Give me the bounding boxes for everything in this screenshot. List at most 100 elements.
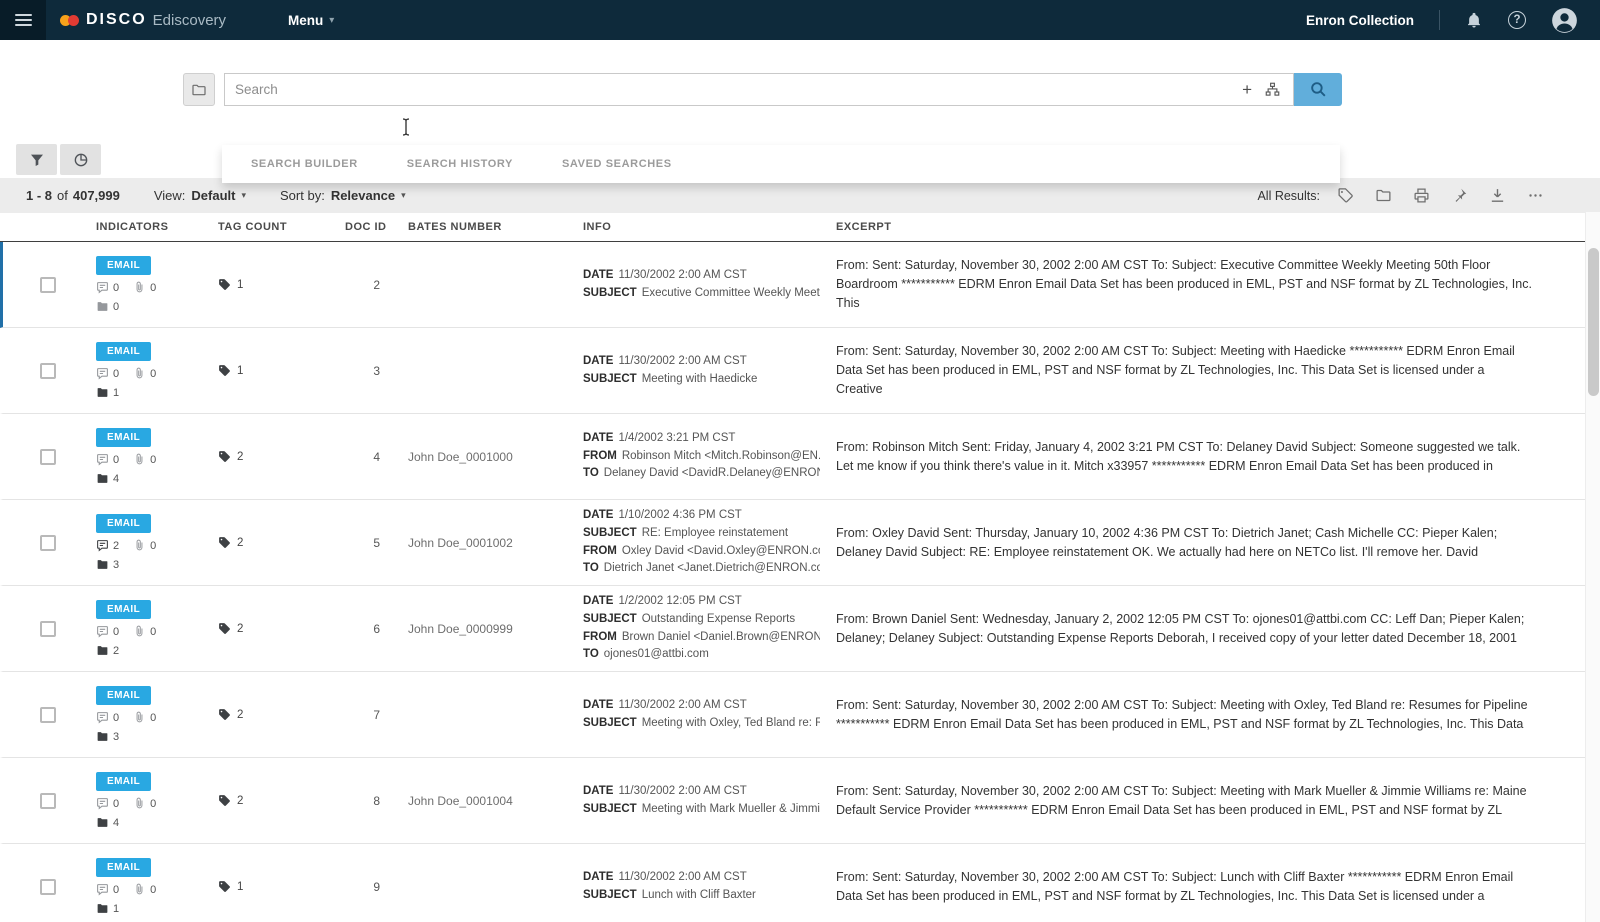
folder-browse-button[interactable] — [183, 73, 215, 106]
paperclip-icon — [136, 883, 143, 895]
comment-icon — [97, 454, 108, 466]
attachment-indicator: 0 — [133, 367, 156, 380]
excerpt-cell: From: Oxley David Sent: Thursday, Januar… — [836, 525, 1498, 559]
sort-label: Sort by: — [280, 188, 325, 203]
tag-icon — [219, 795, 230, 806]
collection-name[interactable]: Enron Collection — [1306, 13, 1414, 28]
hamburger-menu-icon[interactable] — [0, 0, 46, 40]
disco-logo-dots-icon — [60, 14, 79, 26]
header-doc-id[interactable]: DOC ID — [329, 221, 392, 233]
attachment-indicator: 0 — [133, 453, 156, 466]
table-row[interactable]: EMAIL 0 0 3 2 7 DATE 11/30/2002 2:00 AM … — [0, 672, 1600, 758]
vertical-scrollbar[interactable] — [1585, 212, 1600, 922]
folder-icon — [97, 904, 108, 913]
table-row[interactable]: EMAIL 0 0 1 1 3 DATE 11/30/2002 2:00 AM … — [0, 328, 1600, 414]
info-field-label: FROM — [583, 544, 617, 557]
more-actions-ellipsis-icon[interactable] — [1527, 187, 1544, 204]
row-checkbox[interactable] — [40, 620, 56, 637]
comment-count: 0 — [113, 281, 120, 294]
search-button[interactable] — [1294, 73, 1342, 106]
info-line: SUBJECT Meeting with Mark Mueller & Jimmi… — [583, 801, 820, 819]
table-row[interactable]: EMAIL 0 0 4 2 8 John Doe_0001004 DATE 11… — [0, 758, 1600, 844]
table-row[interactable]: EMAIL 2 0 3 2 5 John Doe_0001002 DATE 1/… — [0, 500, 1600, 586]
header-indicators[interactable]: INDICATORS — [80, 221, 202, 233]
scrollbar-thumb[interactable] — [1588, 248, 1599, 396]
info-field-value: Lunch with Cliff Baxter — [641, 888, 756, 901]
header-bates-number[interactable]: BATES NUMBER — [392, 221, 567, 233]
row-checkbox[interactable] — [40, 534, 56, 551]
row-checkbox[interactable] — [40, 448, 56, 465]
folder-icon — [97, 474, 108, 483]
folder-count: 3 — [113, 558, 120, 571]
info-field-label: SUBJECT — [583, 286, 637, 299]
tag-icon — [219, 881, 230, 892]
info-field-value: Meeting with Mark Mueller & Jimmi... — [641, 802, 820, 815]
table-row[interactable]: EMAIL 0 0 0 1 2 DATE 11/30/2002 2:00 AM … — [0, 242, 1600, 328]
row-checkbox[interactable] — [40, 276, 56, 293]
filter-funnel-icon[interactable] — [16, 144, 57, 175]
menu-dropdown[interactable]: Menu ▾ — [288, 13, 334, 28]
pie-chart-icon[interactable] — [60, 144, 101, 175]
info-field-value: Executive Committee Weekly Meeti... — [641, 286, 820, 299]
search-input[interactable] — [225, 74, 1243, 105]
table-row[interactable]: EMAIL 0 0 1 1 9 DATE 11/30/2002 2:00 AM … — [0, 844, 1600, 922]
attachment-count: 0 — [150, 453, 157, 466]
table-row[interactable]: EMAIL 0 0 4 2 4 John Doe_0001000 DATE 1/… — [0, 414, 1600, 500]
search-builder-tree-icon[interactable] — [1265, 82, 1280, 97]
tab-saved-searches[interactable]: SAVED SEARCHES — [562, 158, 672, 170]
print-action-icon[interactable] — [1413, 187, 1430, 204]
tag-action-icon[interactable] — [1337, 187, 1354, 204]
tab-search-history[interactable]: SEARCH HISTORY — [407, 158, 513, 170]
search-dropdown-panel: SEARCH BUILDER SEARCH HISTORY SAVED SEAR… — [222, 145, 1340, 183]
row-checkbox[interactable] — [40, 878, 56, 895]
info-line: DATE 11/30/2002 2:00 AM CST — [583, 869, 820, 887]
tab-search-builder[interactable]: SEARCH BUILDER — [251, 158, 358, 170]
info-line: SUBJECT Meeting with Oxley, Ted Bland re:… — [583, 715, 820, 733]
info-field-label: SUBJECT — [583, 716, 637, 729]
attachment-count: 0 — [150, 539, 157, 552]
folder-indicator: 1 — [96, 902, 119, 915]
folder-indicator: 0 — [96, 300, 119, 313]
row-checkbox[interactable] — [40, 362, 56, 379]
topbar-divider — [1439, 10, 1440, 30]
pin-action-icon[interactable] — [1451, 187, 1468, 204]
row-checkbox[interactable] — [40, 792, 56, 809]
info-field-value: 11/30/2002 2:00 AM CST — [618, 698, 747, 711]
comment-count: 0 — [113, 367, 120, 380]
add-search-term-icon[interactable]: + — [1242, 81, 1252, 98]
folder-count: 1 — [113, 902, 120, 915]
doc-id-cell: 9 — [373, 879, 380, 894]
help-icon[interactable] — [1508, 11, 1526, 29]
comment-indicator: 0 — [96, 367, 119, 380]
comment-indicator: 2 — [96, 539, 119, 552]
view-dropdown[interactable]: View: Default ▾ — [154, 188, 246, 203]
header-excerpt[interactable]: EXCERPT — [820, 221, 1540, 233]
header-tag-count[interactable]: TAG COUNT — [202, 221, 329, 233]
chevron-down-icon: ▾ — [401, 190, 406, 200]
tag-count-cell: 2 — [202, 450, 329, 463]
folder-count: 2 — [113, 644, 120, 657]
indicators-cell: EMAIL 0 0 1 — [80, 342, 202, 399]
info-line: DATE 11/30/2002 2:00 AM CST — [583, 267, 820, 285]
info-field-label: SUBJECT — [583, 372, 637, 385]
attachment-count: 0 — [150, 625, 157, 638]
results-total: 407,999 — [72, 188, 120, 203]
row-checkbox[interactable] — [40, 706, 56, 723]
header-info[interactable]: INFO — [567, 221, 820, 233]
folder-action-icon[interactable] — [1375, 187, 1392, 204]
download-action-icon[interactable] — [1489, 187, 1506, 204]
notifications-bell-icon[interactable] — [1465, 11, 1483, 29]
comment-indicator: 0 — [96, 453, 119, 466]
sort-dropdown[interactable]: Sort by: Relevance ▾ — [280, 188, 406, 203]
user-avatar-icon[interactable] — [1551, 7, 1578, 34]
indicators-cell: EMAIL 0 0 3 — [80, 686, 202, 743]
info-field-label: DATE — [583, 698, 614, 711]
tag-count-value: 2 — [237, 536, 244, 549]
indicators-cell: EMAIL 0 0 4 — [80, 428, 202, 485]
table-row[interactable]: EMAIL 0 0 2 2 6 John Doe_0000999 DATE 1/… — [0, 586, 1600, 672]
tag-count-cell: 2 — [202, 536, 329, 549]
view-label: View: — [153, 188, 186, 203]
folder-indicator: 3 — [96, 730, 119, 743]
results-table-header: INDICATORS TAG COUNT DOC ID BATES NUMBER… — [0, 213, 1600, 242]
folder-count: 1 — [113, 386, 120, 399]
